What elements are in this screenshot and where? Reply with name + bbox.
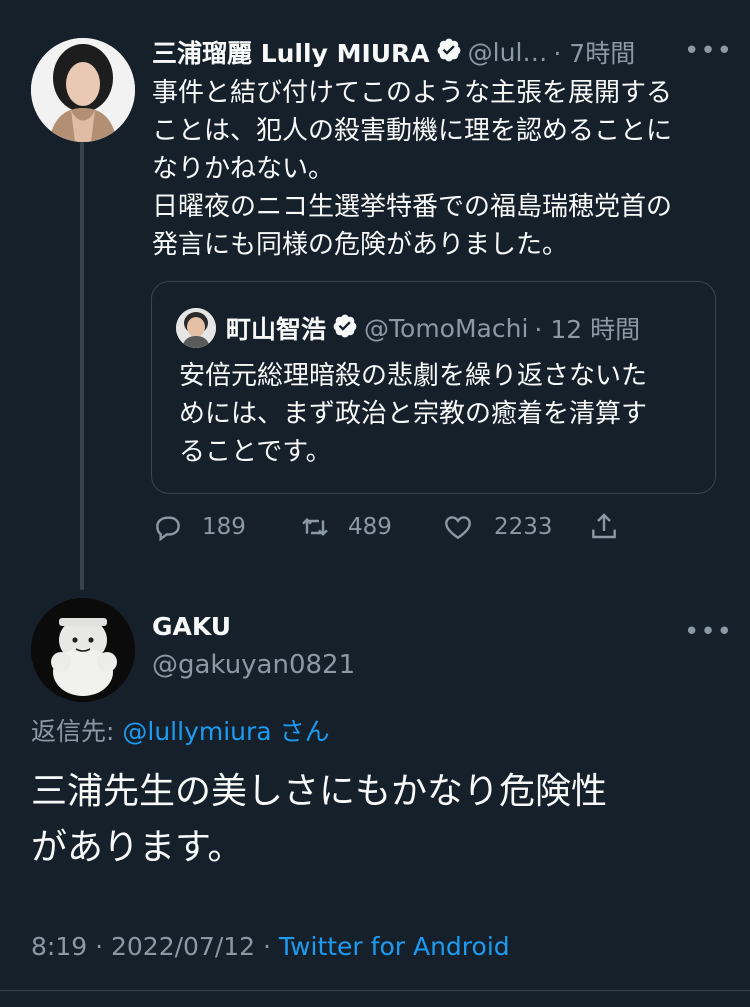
quoted-tweet-header: 町山智浩 @TomoMachi · 12 時間: [226, 308, 640, 348]
heart-icon: [442, 511, 474, 543]
quoted-tweet-time: · 12 時間: [534, 315, 641, 344]
verified-badge-icon: [436, 37, 462, 67]
retweet-icon: [298, 511, 332, 543]
reply-icon: [152, 511, 184, 543]
reply-count: 189: [202, 514, 246, 540]
reply-to-line: 返信先: @lullymiura さん: [31, 712, 330, 748]
quoted-tweet-card[interactable]: 町山智浩 @TomoMachi · 12 時間 安倍元総理暗殺の悲劇を繰り返さな…: [151, 281, 716, 494]
quoted-tweet-text: 安倍元総理暗殺の悲劇を繰り返さないた めには、まず政治と宗教の癒着を清算す るこ…: [179, 361, 648, 467]
thread-connector-line: [80, 142, 84, 590]
like-count: 2233: [494, 514, 553, 540]
author-name[interactable]: 三浦瑠麗 Lully MIURA: [152, 34, 430, 70]
reply-author-handle[interactable]: @gakuyan0821: [152, 650, 355, 680]
reply-more-options-icon[interactable]: •••: [684, 617, 733, 647]
retweet-count: 489: [348, 514, 392, 540]
share-icon: [588, 511, 620, 543]
quoted-author-handle: @TomoMachi: [364, 313, 529, 343]
author-handle[interactable]: @lul…: [468, 38, 548, 67]
reply-to-suffix: さん: [279, 717, 330, 746]
divider: [0, 990, 750, 991]
tweet-text: 事件と結び付けてこのような主張を展開する ことは、犯人の殺害動機に理を認めること…: [152, 78, 673, 260]
quoted-verified-badge-icon: [332, 313, 358, 343]
more-options-icon[interactable]: •••: [684, 36, 733, 66]
tweet-header: 三浦瑠麗 Lully MIURA @lul… · 7時間: [152, 34, 672, 70]
tweet-timestamp[interactable]: 8:19 · 2022/07/12 ·: [31, 932, 271, 961]
tweet-source-link[interactable]: Twitter for Android: [279, 932, 510, 961]
retweet-button[interactable]: 489: [298, 511, 392, 543]
tweet-meta: 8:19 · 2022/07/12 · Twitter for Android: [31, 932, 510, 961]
quoted-author-name: 町山智浩: [226, 315, 327, 344]
reply-button[interactable]: 189: [152, 511, 246, 543]
share-button[interactable]: [588, 511, 620, 543]
author-avatar[interactable]: [31, 38, 135, 142]
reply-author-name[interactable]: GAKU: [152, 612, 231, 641]
like-button[interactable]: 2233: [442, 511, 553, 543]
reply-to-handle-link[interactable]: @lullymiura: [122, 717, 271, 746]
quoted-author-avatar: [176, 308, 216, 348]
tweet-time[interactable]: · 7時間: [553, 34, 635, 70]
reply-author-avatar[interactable]: [31, 598, 135, 702]
reply-to-label: 返信先:: [31, 717, 115, 746]
reply-tweet-text: 三浦先生の美しさにもかなり危険性 があります。: [31, 771, 608, 868]
